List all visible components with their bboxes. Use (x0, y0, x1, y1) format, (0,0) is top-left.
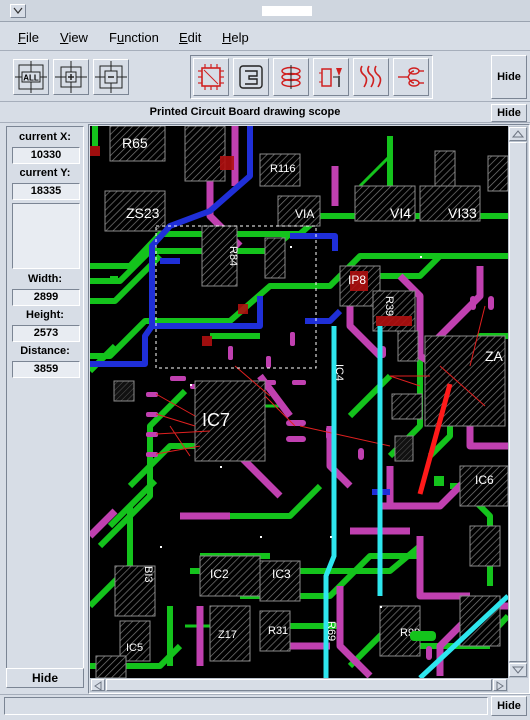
label-via: VIA (295, 207, 314, 221)
distance-label: Distance: (20, 345, 70, 357)
label-ic3: IC3 (272, 567, 291, 581)
current-x-label: current X: (19, 131, 71, 143)
signal-traces-button[interactable] (353, 58, 389, 96)
pcb-board-icon (198, 64, 224, 90)
net-tree-button[interactable] (393, 58, 429, 96)
menu-view[interactable]: View (60, 30, 88, 45)
height-value: 2573 (12, 325, 80, 342)
label-r65: R65 (122, 135, 148, 151)
scroll-left-button[interactable] (91, 679, 105, 691)
distance-value: 3859 (12, 361, 80, 378)
label-r69: R69 (325, 621, 337, 641)
label-vi4: VI4 (390, 205, 411, 221)
menu-function[interactable]: Function (109, 30, 159, 45)
arrow-left-icon (94, 681, 102, 691)
label-r84: R84 (227, 246, 239, 266)
arrow-up-icon (511, 130, 525, 138)
label-ic6: IC6 (475, 473, 494, 487)
component-probe-icon (319, 68, 342, 87)
width-value: 2899 (12, 289, 80, 306)
menu-help[interactable]: Help (222, 30, 249, 45)
label-z17: Z17 (218, 629, 237, 641)
component-probe-button[interactable] (313, 58, 349, 96)
zoom-out-icon (95, 61, 127, 93)
scroll-down-button[interactable] (509, 663, 527, 677)
zoom-all-button[interactable]: ALL (13, 59, 49, 95)
label-ic2: IC2 (210, 567, 229, 581)
scroll-up-button[interactable] (509, 127, 527, 141)
current-y-value: 18335 (12, 183, 80, 200)
signal-traces-icon (360, 65, 382, 88)
title-bar (0, 0, 530, 22)
toolbar-hide-button[interactable]: Hide (491, 55, 527, 99)
layers-button[interactable] (273, 58, 309, 96)
current-y-label: current Y: (19, 167, 71, 179)
pcb-drawing: R65 R116 ZS23 VIA VI4 VI33 R84 IP8 R39 I… (90, 126, 508, 678)
vertical-scroll-thumb[interactable] (509, 142, 527, 662)
layers-icon (281, 65, 301, 89)
status-hide-button[interactable]: Hide (491, 696, 527, 716)
status-message (4, 697, 488, 715)
arrow-down-icon (511, 666, 525, 674)
label-za: ZA (485, 348, 504, 364)
net-tree-icon (398, 67, 424, 87)
label-vi33: VI33 (448, 205, 477, 221)
width-label: Width: (27, 273, 63, 285)
preview-box (12, 203, 80, 269)
label-ic5: IC5 (126, 642, 143, 654)
menu-edit[interactable]: Edit (179, 30, 201, 45)
zoom-in-button[interactable] (53, 59, 89, 95)
title-redaction (262, 6, 312, 16)
label-r39: R39 (383, 296, 395, 316)
scroll-right-button[interactable] (493, 679, 507, 691)
label-r116: R116 (270, 163, 295, 175)
label-ip8: IP8 (348, 273, 366, 287)
scope-title: Printed Circuit Board drawing scope (149, 106, 341, 118)
window-menu-button[interactable] (10, 4, 26, 18)
label-ic7: IC7 (202, 410, 230, 430)
label-r31: R31 (268, 625, 288, 637)
horizontal-scroll-thumb[interactable] (106, 679, 492, 691)
pcb-board-button[interactable] (193, 58, 229, 96)
pcb-canvas[interactable]: R65 R116 ZS23 VIA VI4 VI33 R84 IP8 R39 I… (90, 126, 508, 678)
label-bi3: BI3 (142, 566, 154, 583)
label-ic4: IC4 (333, 364, 345, 381)
arrow-right-icon (496, 681, 504, 691)
svg-text:ALL: ALL (23, 74, 39, 83)
footprint-icon (239, 65, 263, 89)
footprint-button[interactable] (233, 58, 269, 96)
info-hide-button[interactable]: Hide (6, 668, 84, 688)
current-x-value: 10330 (12, 147, 80, 164)
height-label: Height: (26, 309, 64, 321)
label-zs23: ZS23 (126, 205, 160, 221)
zoom-in-icon (55, 61, 87, 93)
menu-file[interactable]: File (18, 30, 39, 45)
zoom-out-button[interactable] (93, 59, 129, 95)
zoom-all-icon: ALL (15, 61, 47, 93)
window-menu-icon (13, 7, 23, 14)
scope-hide-button[interactable]: Hide (491, 104, 527, 122)
